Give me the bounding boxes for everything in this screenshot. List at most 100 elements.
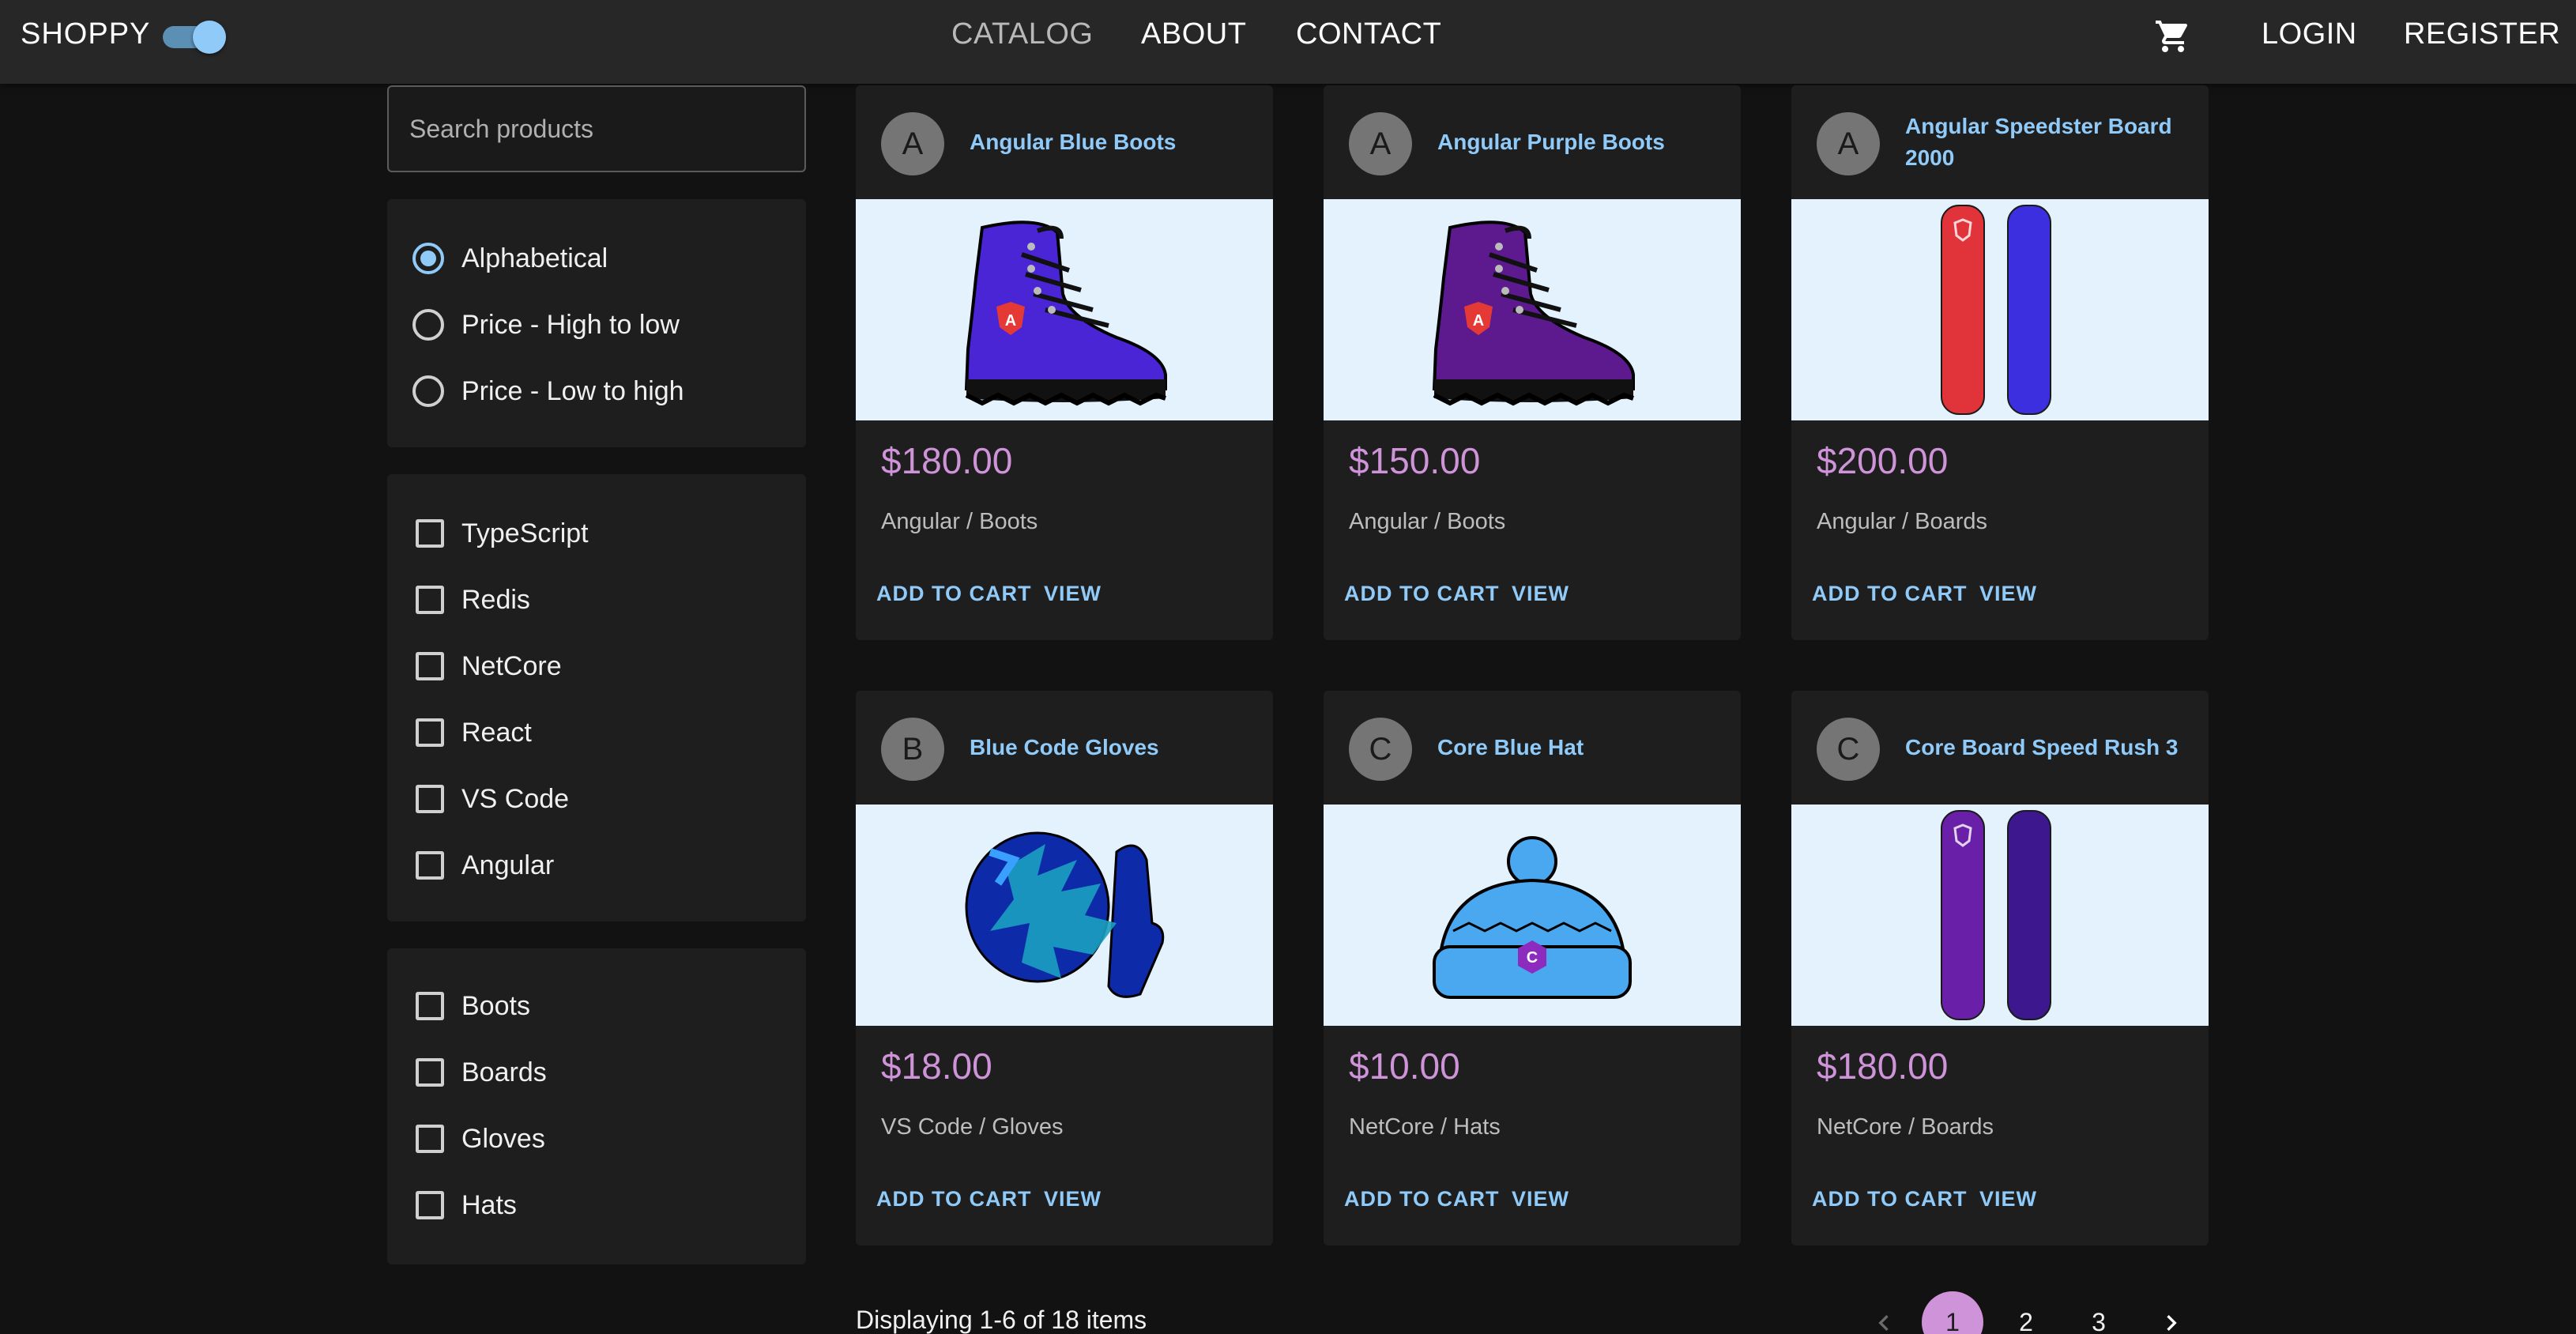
snowboard-image [1941, 205, 2051, 415]
search-input[interactable] [389, 87, 804, 171]
avatar-letter: A [1369, 126, 1392, 161]
page-button-1[interactable]: 1 [1922, 1291, 1983, 1334]
checkbox-icon[interactable] [416, 785, 444, 813]
avatar: B [881, 718, 944, 781]
sort-option-price-high-low[interactable]: Price - High to low [412, 305, 680, 345]
filter-hats[interactable]: Hats [412, 1185, 517, 1225]
product-price: $200.00 [1817, 440, 1949, 481]
filter-label: Angular [461, 850, 555, 880]
view-button[interactable]: VIEW [1512, 1187, 1569, 1212]
filter-label: Hats [461, 1189, 517, 1220]
checkbox-icon[interactable] [416, 519, 444, 548]
checkbox-icon[interactable] [416, 1058, 444, 1087]
view-button[interactable]: VIEW [1512, 582, 1569, 606]
avatar-letter: A [902, 126, 924, 161]
product-price: $150.00 [1349, 440, 1481, 481]
product-title[interactable]: Angular Purple Boots [1437, 85, 1722, 199]
add-to-cart-button[interactable]: ADD TO CART [876, 582, 1032, 606]
avatar-letter: A [1837, 126, 1859, 161]
product-card: B Blue Code Gloves $18.00 VS Code / Glov… [856, 691, 1273, 1245]
nav-login[interactable]: LOGIN [2262, 17, 2357, 51]
add-to-cart-button[interactable]: ADD TO CART [876, 1187, 1032, 1212]
filter-boards[interactable]: Boards [412, 1053, 547, 1092]
hat-image: C [1433, 836, 1632, 999]
view-button[interactable]: VIEW [1979, 582, 2037, 606]
checkbox-icon[interactable] [416, 586, 444, 614]
filter-netcore[interactable]: NetCore [412, 646, 562, 686]
checkbox-icon[interactable] [416, 851, 444, 880]
svg-text:A: A [1005, 312, 1016, 330]
radio-selected-icon[interactable] [412, 243, 444, 274]
nav-about[interactable]: ABOUT [1141, 17, 1246, 51]
product-image [1791, 199, 2209, 420]
product-image: C [1324, 805, 1741, 1026]
view-button[interactable]: VIEW [1044, 1187, 1102, 1212]
avatar-letter: C [1836, 731, 1860, 767]
nav-contact[interactable]: CONTACT [1296, 17, 1441, 51]
filter-label: Boots [461, 990, 530, 1021]
avatar: A [1349, 112, 1412, 175]
boot-image: A [1432, 220, 1635, 406]
avatar: A [1817, 112, 1880, 175]
shopping-cart-icon[interactable] [2154, 17, 2192, 55]
filter-label: Gloves [461, 1123, 545, 1154]
avatar: C [1349, 718, 1412, 781]
product-category: NetCore / Boards [1817, 1114, 1994, 1140]
svg-text:C: C [1527, 949, 1538, 967]
card-header: A Angular Speedster Board 2000 [1791, 85, 2209, 199]
view-button[interactable]: VIEW [1979, 1187, 2037, 1212]
page-button-2[interactable]: 2 [1995, 1291, 2057, 1334]
sort-option-price-low-high[interactable]: Price - Low to high [412, 371, 684, 411]
filter-gloves[interactable]: Gloves [412, 1119, 545, 1159]
filter-label: Boards [461, 1057, 547, 1087]
chevron-right-icon[interactable] [2156, 1307, 2187, 1334]
filter-typescript[interactable]: TypeScript [412, 514, 589, 553]
filter-boots[interactable]: Boots [412, 986, 530, 1026]
product-category: Angular / Boots [881, 509, 1038, 534]
filter-label: NetCore [461, 650, 562, 681]
card-header: A Angular Blue Boots [856, 85, 1273, 199]
theme-toggle[interactable] [163, 21, 226, 54]
add-to-cart-button[interactable]: ADD TO CART [1812, 582, 1968, 606]
product-title[interactable]: Angular Blue Boots [970, 85, 1254, 199]
filter-redis[interactable]: Redis [412, 580, 530, 620]
avatar-letter: C [1369, 731, 1392, 767]
product-category: VS Code / Gloves [881, 1114, 1064, 1140]
checkbox-icon[interactable] [416, 718, 444, 747]
filter-angular[interactable]: Angular [412, 846, 554, 885]
add-to-cart-button[interactable]: ADD TO CART [1812, 1187, 1968, 1212]
brand-logo[interactable]: SHOPPY [21, 17, 150, 51]
checkbox-icon[interactable] [416, 652, 444, 680]
product-category: Angular / Boards [1817, 509, 1988, 534]
nav-register[interactable]: REGISTER [2404, 17, 2560, 51]
radio-icon[interactable] [412, 309, 444, 341]
filter-label: Redis [461, 584, 530, 615]
nav-catalog[interactable]: CATALOG [951, 17, 1093, 51]
page-button-3[interactable]: 3 [2068, 1291, 2130, 1334]
filter-vscode[interactable]: VS Code [412, 779, 569, 819]
card-header: C Core Blue Hat [1324, 691, 1741, 805]
filter-label: React [461, 717, 532, 748]
checkbox-icon[interactable] [416, 992, 444, 1020]
product-title[interactable]: Blue Code Gloves [970, 691, 1254, 805]
add-to-cart-button[interactable]: ADD TO CART [1344, 582, 1500, 606]
filter-react[interactable]: React [412, 713, 532, 752]
product-title[interactable]: Core Board Speed Rush 3 [1905, 691, 2190, 805]
radio-icon[interactable] [412, 375, 444, 407]
category-filter-panel: Boots Boards Gloves Hats [387, 948, 806, 1264]
product-price: $10.00 [1349, 1046, 1460, 1087]
product-image [1791, 805, 2209, 1026]
product-image: A [856, 199, 1273, 420]
product-title[interactable]: Core Blue Hat [1437, 691, 1722, 805]
product-card: A Angular Speedster Board 2000 $200.00 A… [1791, 85, 2209, 640]
view-button[interactable]: VIEW [1044, 582, 1102, 606]
toggle-knob [193, 21, 226, 54]
add-to-cart-button[interactable]: ADD TO CART [1344, 1187, 1500, 1212]
checkbox-icon[interactable] [416, 1191, 444, 1219]
product-title[interactable]: Angular Speedster Board 2000 [1905, 85, 2190, 199]
search-field[interactable] [387, 85, 806, 172]
product-price: $180.00 [881, 440, 1013, 481]
chevron-left-icon[interactable] [1868, 1307, 1900, 1334]
checkbox-icon[interactable] [416, 1125, 444, 1153]
sort-option-alphabetical[interactable]: Alphabetical [412, 239, 608, 278]
